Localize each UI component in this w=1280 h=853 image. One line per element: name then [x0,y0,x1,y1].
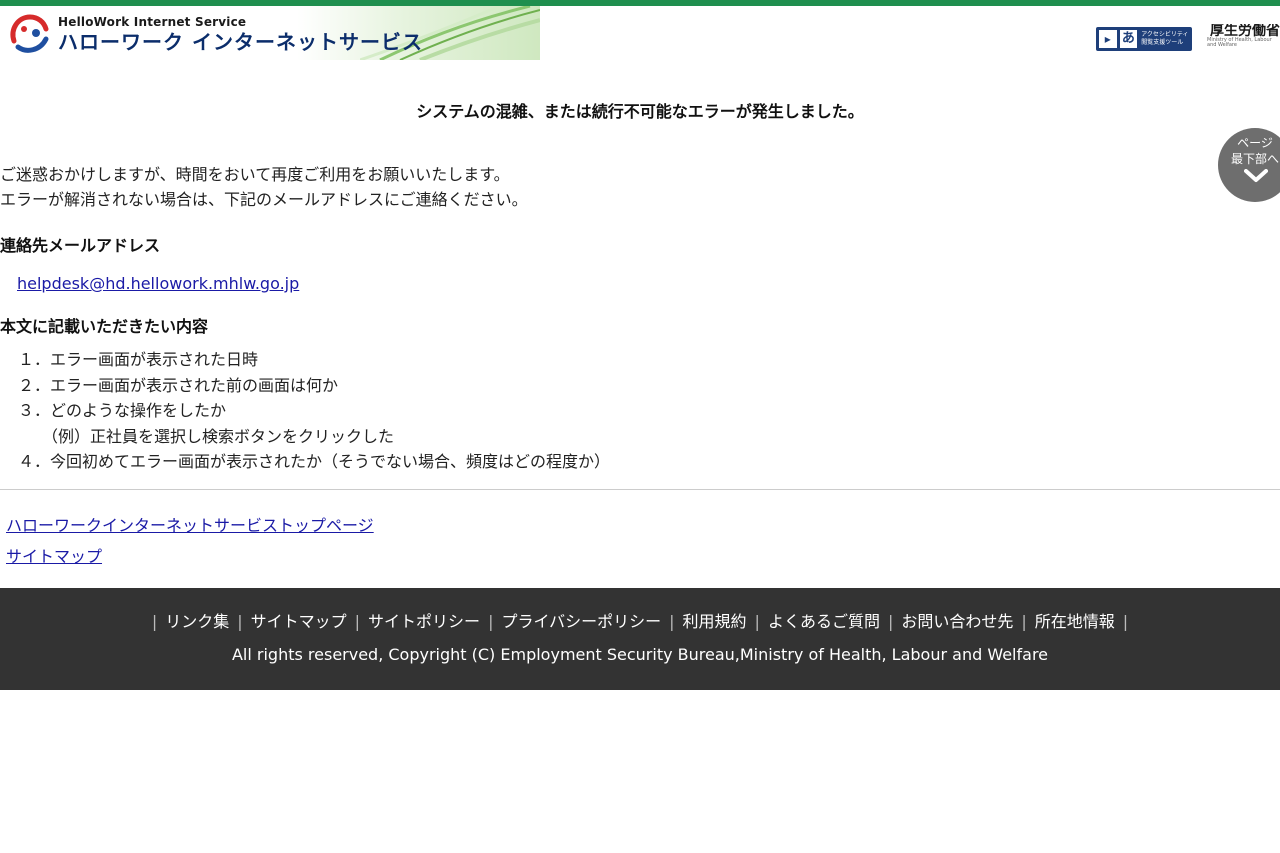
hellowork-logo-icon [8,13,50,55]
site-footer: | リンク集 | サイトマップ | サイトポリシー | プライバシーポリシー | 利用規約 | よくあ… [0,588,1280,690]
logo-japanese-text: ハローワーク インターネットサービス [58,30,423,54]
speaker-icon: ▸ [1099,30,1117,48]
scroll-button-label-2: 最下部へ [1230,152,1279,166]
sitemap-link[interactable]: サイトマップ [6,547,102,566]
copyright-text: All rights reserved, Copyright (C) Emplo… [231,645,1049,664]
footer-link-faq[interactable]: よくあるご質問 [768,612,880,631]
footer-link-sitemap[interactable]: サイトマップ [251,612,347,631]
site-header: HelloWork Internet Service ハローワーク インターネッ… [0,6,1280,60]
ministry-name: 厚生労働省 [1210,24,1280,39]
footer-separator: | [488,612,494,631]
list-item: ３．どのような操作をしたか [18,401,227,420]
list-item: ２．エラー画面が表示された前の画面は何か [18,375,339,395]
content-heading: 本文に記載いただきたい内容 [0,317,209,336]
footer-link-location[interactable]: 所在地情報 [1035,612,1115,631]
footer-separator: | [887,612,894,631]
logo-english-text: HelloWork Internet Service [58,15,247,29]
hellowork-logo[interactable]: HelloWork Internet Service ハローワーク インターネッ… [6,11,423,57]
footer-separator: | [354,612,361,631]
list-item-example: （例）正社員を選択し検索ボタンをクリックした [42,426,395,446]
contact-heading: 連絡先メールアドレス [0,236,161,255]
mhlw-logo[interactable]: 厚生労働省 Ministry of Health, Labour and Wel… [1204,24,1280,54]
message-line-2: エラーが解消されない場合は、下記のメールアドレスにご連絡ください。 [0,190,528,209]
list-item: １．エラー画面が表示された日時 [18,350,259,369]
scroll-button-label-1: ページ [1237,136,1273,150]
footer-separator: | [237,612,243,631]
footer-link-site-policy[interactable]: サイトポリシー [368,612,480,631]
font-size-icon: あ [1119,30,1138,48]
footer-separator: | [669,612,675,631]
main-content: システムの混雑、または続行不可能なエラーが発生しました。 ご迷惑おかけしますが、… [0,98,1280,572]
accessibility-label: アクセシビリティ 閲覧支援ツール [1141,31,1189,46]
footer-nav: | リンク集 | サイトマップ | サイトポリシー | プライバシーポリシー | 利用規約 | よくあ… [0,610,1280,634]
footer-link-terms[interactable]: 利用規約 [683,612,747,631]
footer-link-links[interactable]: リンク集 [165,612,229,631]
message-line-1: ご迷惑おかけしますが、時間をおいて再度ご利用をお願いいたします。 [0,165,510,184]
list-item: ４．今回初めてエラー画面が表示されたか（そうでない場合、頻度はどの程度か） [18,452,611,471]
error-title: システムの混雑、または続行不可能なエラーが発生しました。 [416,102,864,121]
top-page-link[interactable]: ハローワークインターネットサービストップページ [6,516,374,535]
content-list: １．エラー画面が表示された日時 ２．エラー画面が表示された前の画面は何か ３．ど… [18,347,1280,475]
footer-separator: | [754,612,760,631]
accessibility-tool-button[interactable]: ▸ あ アクセシビリティ 閲覧支援ツール [1096,27,1192,51]
contact-email-container: helpdesk@hd.hellowork.mhlw.go.jp [17,274,1280,293]
footer-separator: | [1021,612,1027,631]
ministry-subtitle: Ministry of Health, Labour and Welfare [1207,37,1272,48]
footer-separator: | [151,612,158,631]
footer-link-contact[interactable]: お問い合わせ先 [901,612,1013,631]
footer-link-privacy-policy[interactable]: プライバシーポリシー [501,612,661,631]
page-links: ハローワークインターネットサービストップページ サイトマップ [6,510,1280,572]
footer-separator: | [1122,612,1129,631]
contact-email-link[interactable]: helpdesk@hd.hellowork.mhlw.go.jp [17,274,299,293]
chevron-down-icon [1244,169,1268,182]
error-message: ご迷惑おかけしますが、時間をおいて再度ご利用をお願いいたします。 エラーが解消さ… [0,162,1280,212]
divider [0,488,1280,490]
